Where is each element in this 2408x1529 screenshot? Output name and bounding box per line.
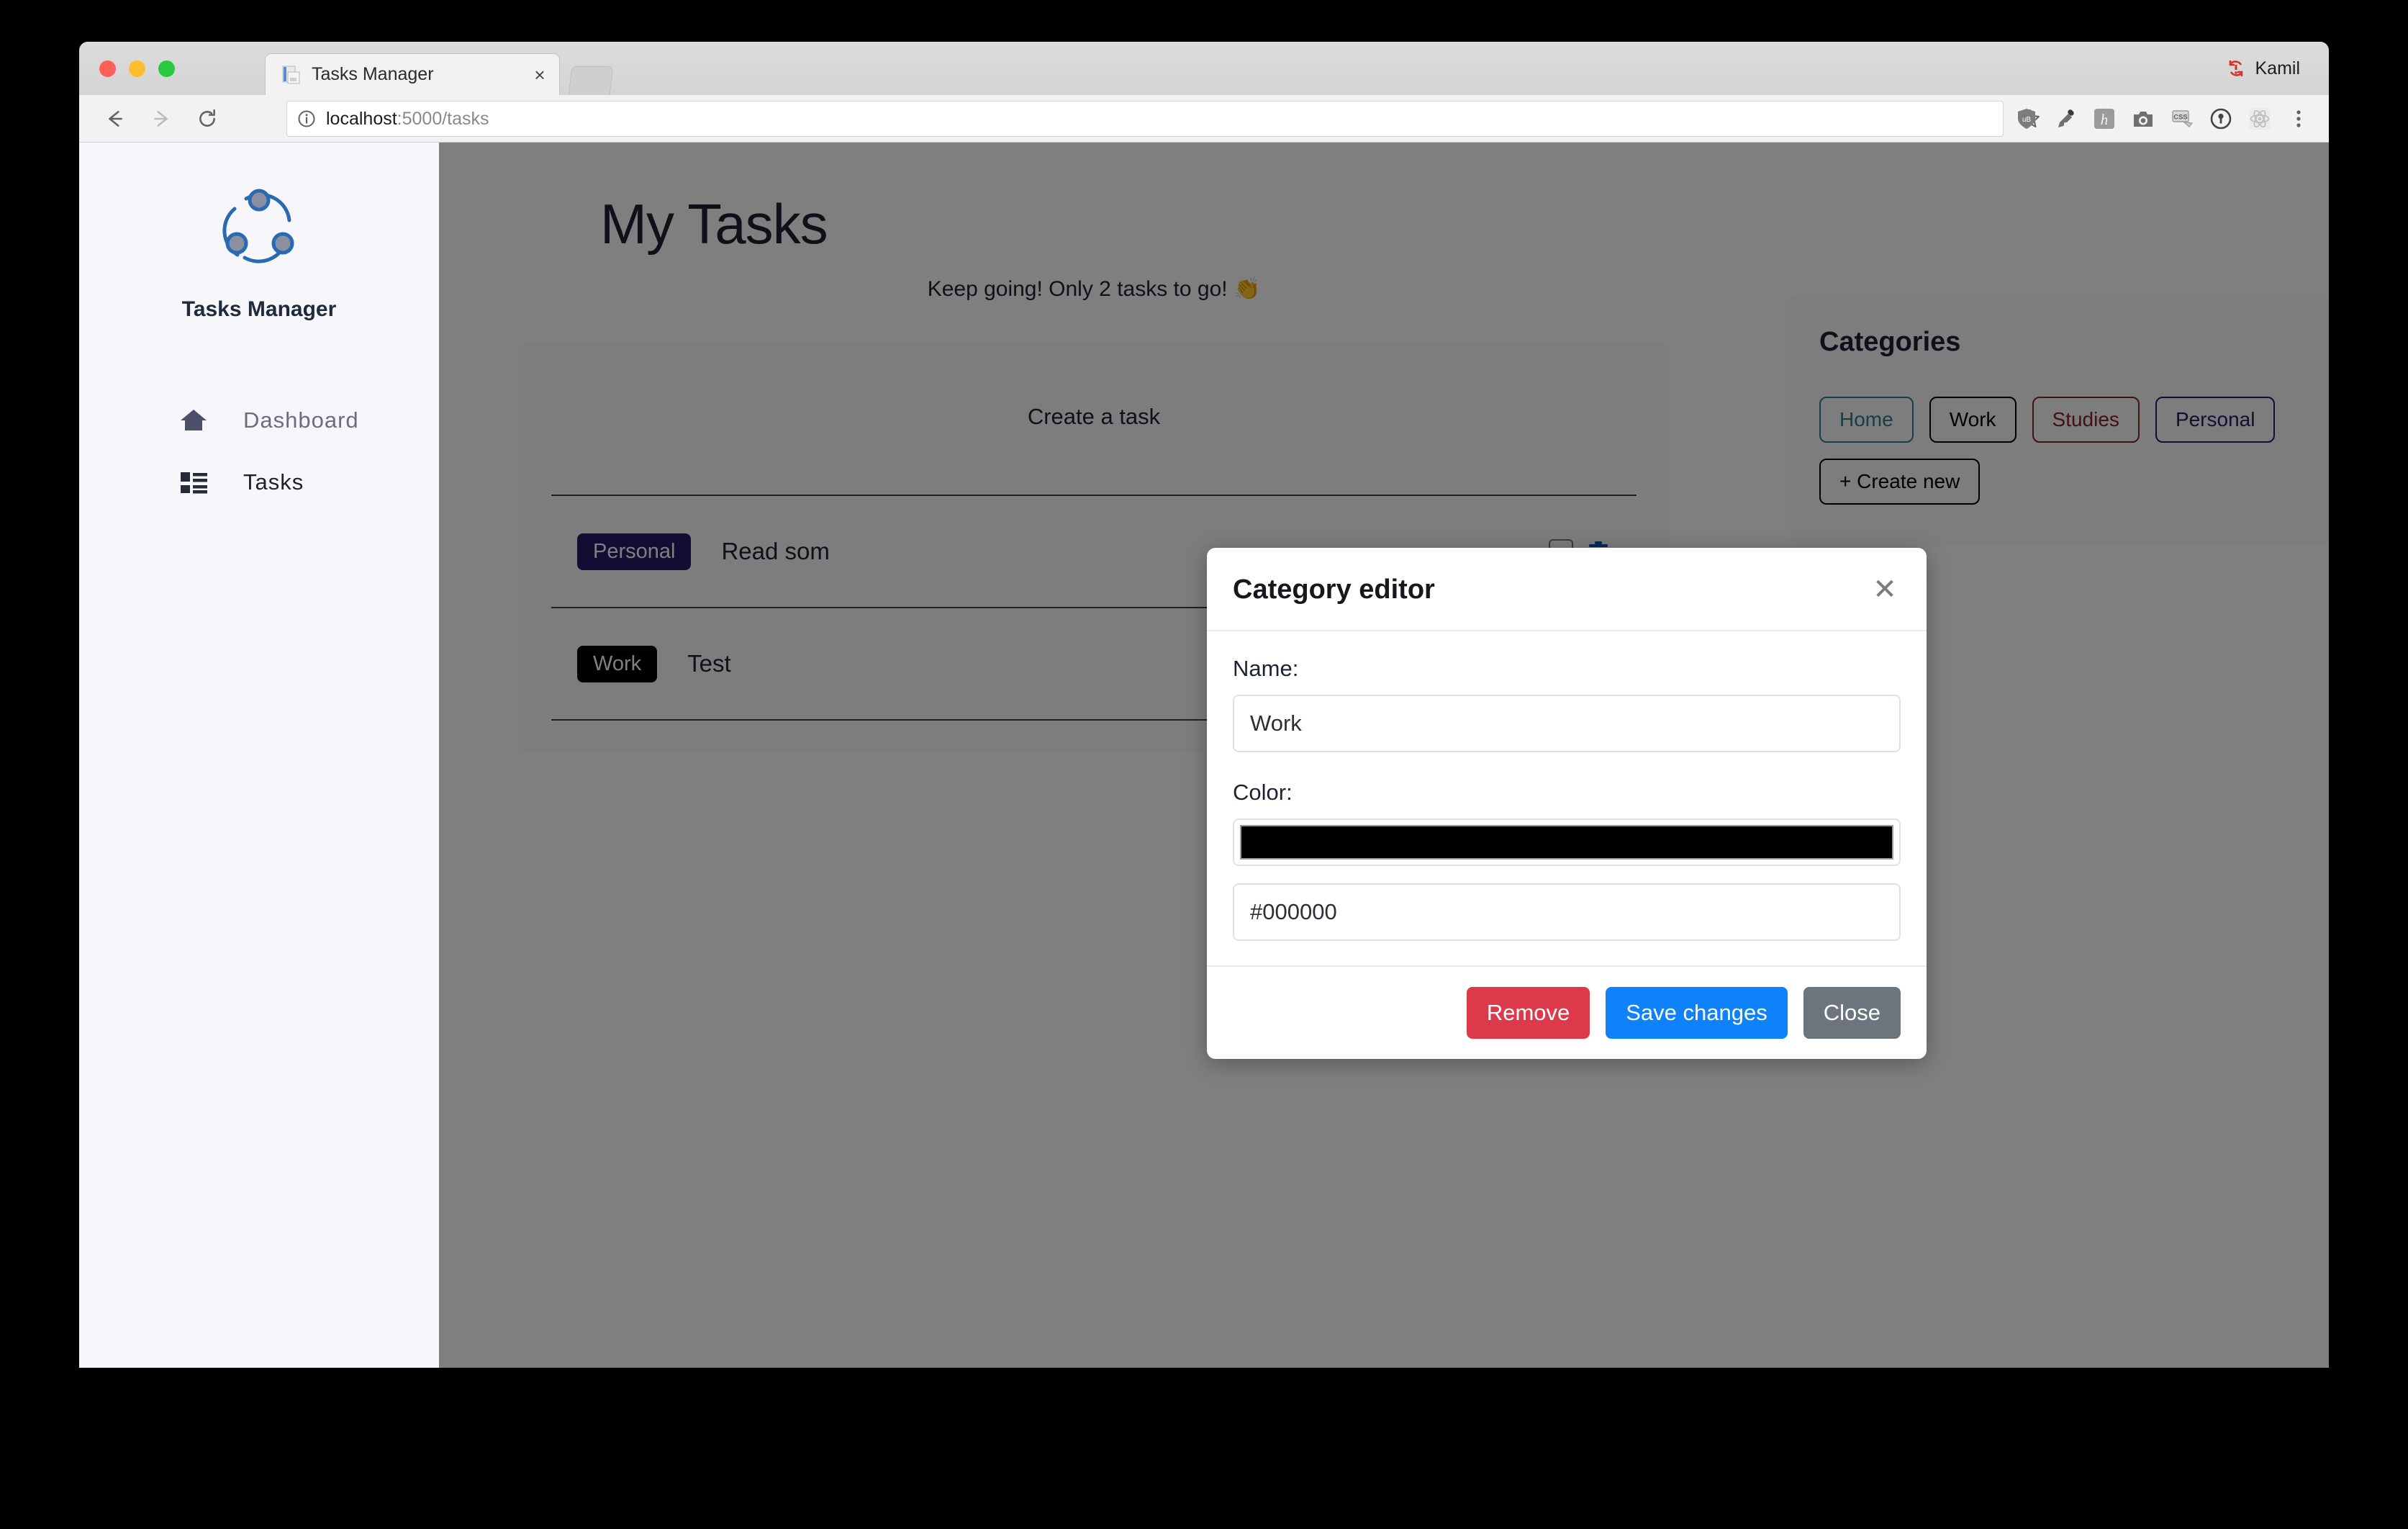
home-icon [178, 405, 209, 436]
browser-profile-name: Kamil [2255, 58, 2300, 78]
browser-toolbar: localhost:5000/tasks uB h CSS [79, 95, 2329, 143]
list-icon [178, 467, 209, 497]
sidebar-item-tasks[interactable]: Tasks [79, 451, 439, 513]
brand-name: Tasks Manager [181, 297, 337, 321]
window-traffic-lights [99, 60, 175, 77]
main-content: My Tasks Keep going! Only 2 tasks to go!… [439, 143, 2329, 1368]
address-bar[interactable]: localhost:5000/tasks [286, 101, 2004, 137]
color-swatch [1240, 825, 1893, 860]
category-color-hex-input[interactable] [1233, 883, 1901, 941]
ublock-origin-icon[interactable]: uB [2015, 107, 2038, 130]
window-close-button[interactable] [99, 60, 116, 77]
category-name-input[interactable] [1233, 695, 1901, 752]
eyedropper-icon[interactable] [2054, 107, 2077, 130]
category-editor-modal: Category editor ✕ Name: Color: Remove [1207, 548, 1927, 1059]
modal-body: Name: Color: [1207, 631, 1927, 965]
window-minimize-button[interactable] [129, 60, 145, 77]
page-viewport: Tasks Manager Dashboard Tasks Category e… [79, 143, 2329, 1368]
tasks-cycle-logo-icon [206, 174, 312, 281]
browser-tab-title: Tasks Manager [312, 64, 434, 84]
arrow-right-icon[interactable] [145, 103, 177, 135]
address-bar-url: localhost:5000/tasks [326, 109, 489, 130]
color-field-label: Color: [1233, 780, 1293, 805]
sidebar-nav: Dashboard Tasks [79, 389, 439, 513]
reload-icon[interactable] [191, 103, 223, 135]
cancel-button[interactable]: Close [1803, 987, 1901, 1039]
save-button[interactable]: Save changes [1606, 987, 1788, 1039]
react-devtools-icon[interactable] [2248, 107, 2271, 130]
modal-footer: Remove Save changes Close [1207, 965, 1927, 1059]
svg-text:h: h [2101, 111, 2109, 128]
category-color-picker[interactable] [1233, 818, 1901, 866]
remove-button[interactable]: Remove [1466, 987, 1590, 1039]
browser-window: Tasks Manager × Kamil localhost:5000/tas… [79, 42, 2329, 1368]
browser-profile-chip[interactable]: Kamil [2226, 56, 2300, 81]
password-key-icon[interactable] [2209, 107, 2232, 130]
screenshot-camera-icon[interactable] [2132, 107, 2155, 130]
close-icon[interactable]: × [529, 64, 551, 86]
css-tool-icon[interactable]: CSS [2171, 107, 2194, 130]
document-icon [280, 64, 302, 86]
sidebar-item-label: Tasks [243, 469, 304, 495]
app-sidebar: Tasks Manager Dashboard Tasks [79, 143, 439, 1368]
sync-error-icon [2226, 58, 2246, 78]
sidebar-item-dashboard[interactable]: Dashboard [79, 389, 439, 451]
svg-text:CSS: CSS [2173, 114, 2188, 122]
url-path: :5000/tasks [397, 108, 489, 129]
arrow-left-icon[interactable] [99, 103, 131, 135]
browser-tab[interactable]: Tasks Manager × [265, 53, 560, 95]
browser-extensions-bar: uB h CSS [2015, 102, 2310, 135]
modal-title: Category editor [1233, 574, 1435, 605]
close-icon[interactable]: ✕ [1869, 574, 1901, 605]
window-maximize-button[interactable] [158, 60, 175, 77]
browser-menu-icon[interactable] [2287, 107, 2310, 130]
info-circle-icon[interactable] [297, 109, 316, 128]
modal-overlay[interactable]: Category editor ✕ Name: Color: Remove [439, 143, 2329, 1368]
brand-block: Tasks Manager [79, 143, 439, 322]
svg-text:uB: uB [2022, 116, 2032, 124]
url-host: localhost [326, 108, 397, 129]
new-tab-button[interactable] [568, 66, 614, 95]
sidebar-item-label: Dashboard [243, 407, 359, 433]
name-field-label: Name: [1233, 656, 1299, 681]
hypothesis-icon[interactable]: h [2093, 107, 2116, 130]
browser-tab-strip: Tasks Manager × Kamil [79, 42, 2329, 95]
modal-header: Category editor ✕ [1207, 548, 1927, 631]
